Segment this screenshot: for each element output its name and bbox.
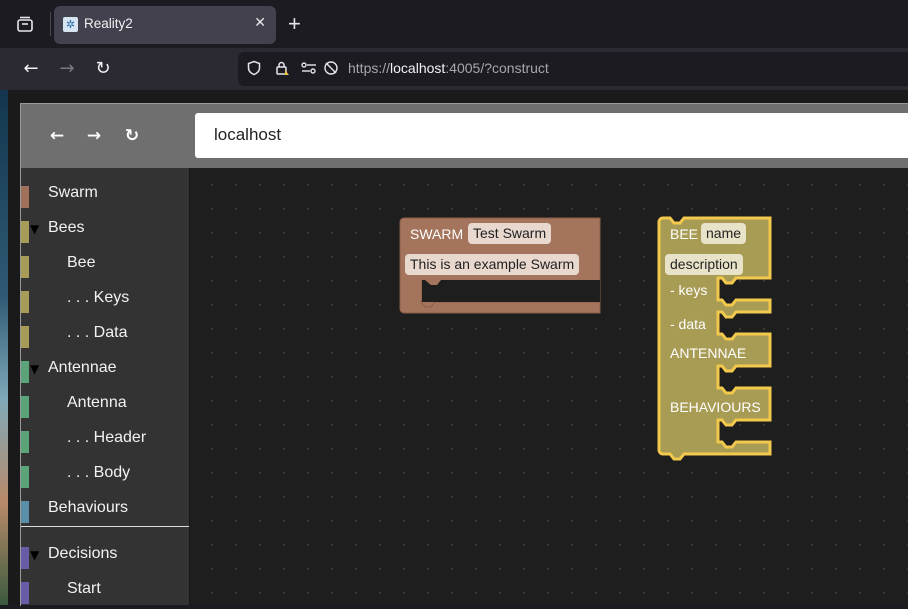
bee-block[interactable] [657, 216, 774, 461]
sidebar-item-label: Behaviours [48, 499, 129, 516]
close-icon[interactable]: ✕ [254, 15, 266, 31]
sidebar-item-antennae[interactable]: ▼ Antennae [21, 353, 189, 388]
tab-bar: ✲ Reality2 ✕ + [0, 0, 908, 48]
url-path: :4005/?construct [445, 60, 549, 76]
sidebar-item-label: Decisions [48, 545, 118, 562]
sidebar-item-label: Bees [48, 219, 85, 236]
category-color-swatch [21, 326, 29, 348]
category-color-swatch [21, 361, 29, 383]
sidebar-item-label: Antenna [67, 394, 127, 411]
app-forward-arrow-icon[interactable]: → [83, 126, 105, 146]
sidebar-item-body[interactable]: . . . Body [21, 458, 189, 493]
app-address-text: localhost [214, 125, 282, 144]
sidebar-item-data[interactable]: . . . Data [21, 318, 189, 353]
insecure-lock-icon[interactable] [273, 60, 291, 78]
browser-tab[interactable]: ✲ Reality2 ✕ [54, 6, 276, 44]
sidebar-item-decisions[interactable]: ▼ Decisions [21, 539, 189, 574]
desktop-background [0, 90, 8, 605]
sidebar-item-label: Bee [67, 254, 96, 271]
reload-icon[interactable]: ↻ [91, 57, 115, 81]
category-color-swatch [21, 396, 29, 418]
app-reload-icon[interactable]: ↻ [121, 126, 143, 146]
bee-keyword: BEE [670, 226, 699, 242]
tab-separator [50, 12, 51, 36]
tracking-blocked-icon[interactable] [322, 60, 340, 78]
sidebar-item-antenna[interactable]: Antenna [21, 388, 189, 423]
sidebar-item-label: Start [67, 580, 101, 597]
sidebar-item-label: . . . Body [67, 464, 131, 481]
expand-caret-icon[interactable]: ▼ [30, 222, 39, 236]
bee-description-field[interactable]: description [665, 254, 743, 275]
sidebar-item-label: . . . Keys [67, 289, 130, 306]
new-tab-icon[interactable]: + [288, 12, 301, 36]
back-arrow-icon[interactable]: ← [19, 57, 43, 81]
category-color-swatch [21, 256, 29, 278]
category-color-swatch [21, 582, 29, 604]
sidebar-item-bee[interactable]: Bee [21, 248, 189, 283]
shield-icon[interactable] [245, 60, 263, 78]
bee-data-label: - data [670, 316, 706, 332]
category-color-swatch [21, 431, 29, 453]
bee-antennae-label: ANTENNAE [670, 345, 747, 361]
sidebar-item-start[interactable]: Start [21, 574, 189, 609]
bee-keys-label: - keys [670, 282, 708, 298]
block-workspace[interactable]: SWARM Test Swarm This is an example Swar… [190, 168, 908, 605]
bee-favicon-icon: ✲ [63, 17, 78, 32]
sidebar-item-label: . . . Header [67, 429, 147, 446]
app-back-arrow-icon[interactable]: ← [46, 126, 68, 146]
category-color-swatch [21, 466, 29, 488]
category-color-swatch [21, 291, 29, 313]
navigation-bar: ← → ↻ https://localhost:4005/?construct [0, 48, 908, 90]
category-color-swatch [21, 501, 29, 523]
url-bar[interactable]: https://localhost:4005/?construct [238, 52, 908, 86]
expand-caret-icon[interactable]: ▼ [30, 362, 39, 376]
url-scheme: https:// [348, 60, 391, 76]
sidebar-item-bees[interactable]: ▼ Bees [21, 213, 189, 248]
block-category-sidebar: Swarm ▼ Bees Bee . . . Keys . . . Data ▼ Antenn… [21, 168, 189, 605]
sidebar-item-label: Antennae [48, 359, 117, 376]
bee-name-field[interactable]: name [701, 223, 747, 244]
sidebar-item-header[interactable]: . . . Header [21, 423, 189, 458]
sidebar-item-swarm[interactable]: Swarm [21, 178, 189, 213]
tab-list-icon[interactable] [14, 15, 36, 37]
url-host: localhost [390, 60, 446, 76]
bee-behaviours-label: BEHAVIOURS [670, 399, 761, 415]
sidebar-item-behaviours[interactable]: Behaviours [21, 493, 189, 528]
expand-caret-icon[interactable]: ▼ [30, 548, 39, 562]
url-text[interactable]: https://localhost:4005/?construct [348, 60, 549, 76]
tab-title: Reality2 [84, 16, 133, 31]
category-color-swatch [21, 547, 29, 569]
permissions-icon[interactable] [300, 60, 318, 78]
sidebar-item-keys[interactable]: . . . Keys [21, 283, 189, 318]
forward-arrow-icon[interactable]: → [55, 57, 79, 81]
sidebar-item-label: Swarm [48, 184, 98, 201]
category-color-swatch [21, 221, 29, 243]
app-header: ← → ↻ localhost [21, 104, 908, 168]
category-color-swatch [21, 186, 29, 208]
swarm-keyword: SWARM [410, 226, 464, 242]
sidebar-item-label: . . . Data [67, 324, 128, 341]
app-address-field[interactable]: localhost [195, 113, 908, 158]
swarm-name-field[interactable]: Test Swarm [468, 223, 552, 244]
swarm-description-field[interactable]: This is an example Swarm [405, 254, 580, 275]
